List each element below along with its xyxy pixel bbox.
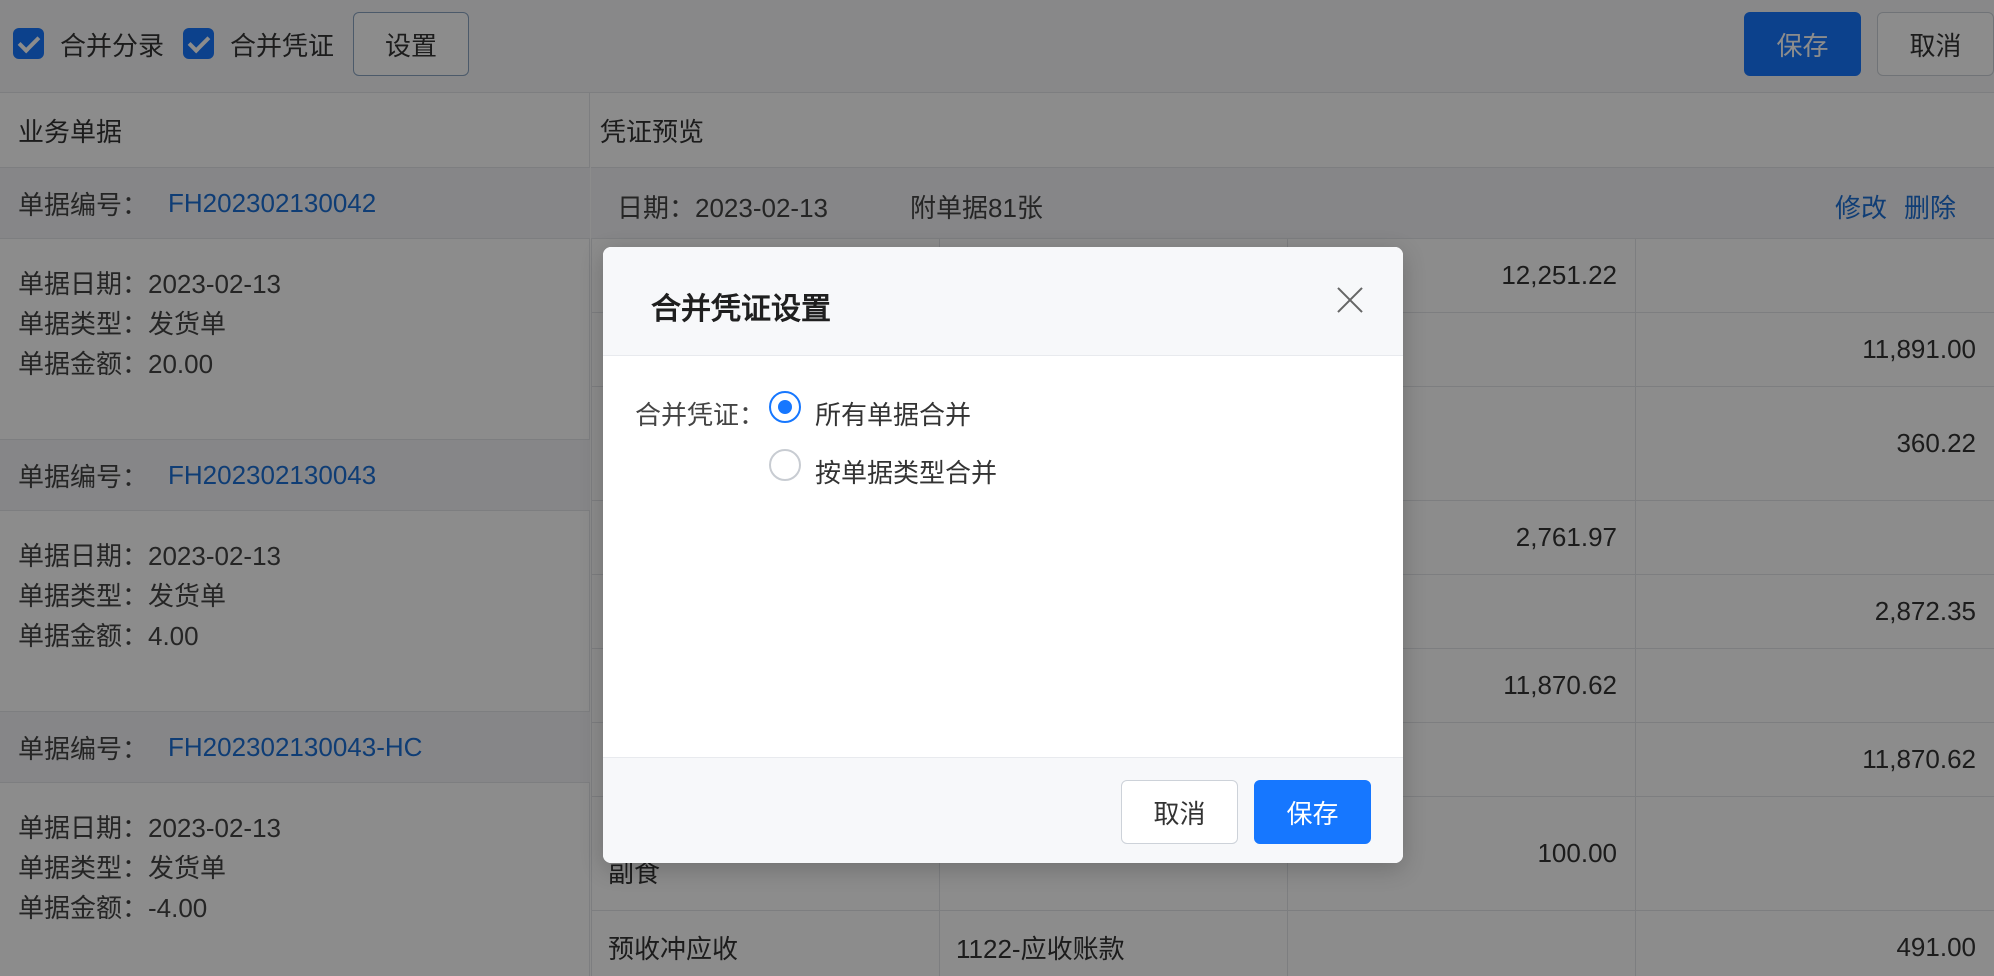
- close-icon[interactable]: [1335, 285, 1365, 315]
- dialog-title: 合并凭证设置: [651, 293, 831, 326]
- dialog-header: 合并凭证设置: [603, 247, 1403, 356]
- dialog-cancel-button[interactable]: 取消: [1121, 780, 1238, 844]
- merge-voucher-field-label: 合并凭证：: [635, 400, 766, 430]
- merge-voucher-settings-dialog: 合并凭证设置 合并凭证： 所有单据合并 按单据类型合并 取消 保存: [603, 247, 1403, 863]
- dialog-save-button[interactable]: 保存: [1254, 780, 1371, 844]
- radio-by-document-type-label[interactable]: 按单据类型合并: [815, 453, 997, 490]
- radio-by-document-type[interactable]: [769, 449, 801, 481]
- dialog-footer: 取消 保存: [603, 757, 1403, 863]
- radio-all-documents[interactable]: [769, 391, 801, 423]
- radio-all-documents-label[interactable]: 所有单据合并: [815, 395, 971, 432]
